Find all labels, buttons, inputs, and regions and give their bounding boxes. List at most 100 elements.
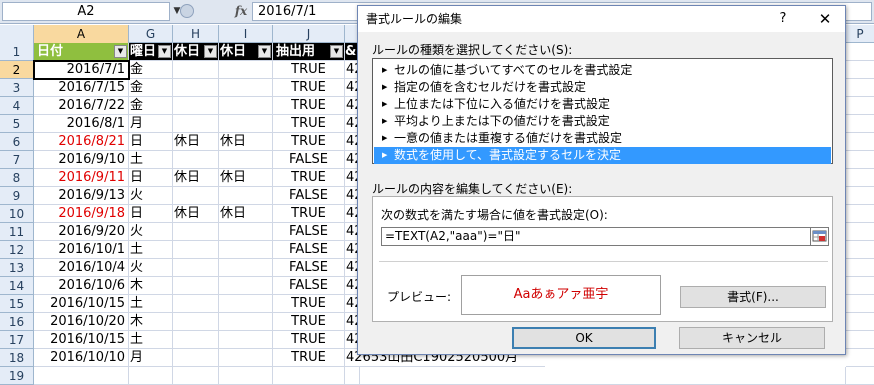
insert-function-icon[interactable]: fx [232,2,250,21]
cell-dow[interactable]: 土 [129,331,173,349]
cell-date[interactable]: 2016/10/1 [34,241,129,259]
cell-extract[interactable]: TRUE [273,61,345,79]
cell-date[interactable]: 2016/8/1 [34,115,129,133]
cell-extract[interactable]: FALSE [273,151,345,169]
cell-date[interactable]: 2016/9/11 [34,169,129,187]
row-header-7[interactable]: 7 [0,151,34,169]
cell-dow[interactable]: 火 [129,259,173,277]
cell-holiday-i[interactable] [219,79,273,97]
column-header-g[interactable]: G [129,25,173,43]
cell-holiday-i[interactable] [219,277,273,295]
cell-holiday-i[interactable] [219,295,273,313]
empty-cell[interactable] [846,295,874,313]
cell-date[interactable]: 2016/9/18 [34,205,129,223]
name-box[interactable]: A2 [2,2,170,21]
row-header-10[interactable]: 10 [0,205,34,223]
row-header-12[interactable]: 12 [0,241,34,259]
cell-extract[interactable]: FALSE [273,187,345,205]
cell-dow[interactable]: 木 [129,313,173,331]
header-cell-dow[interactable]: 曜日 ▼ [129,43,173,61]
cancel-button[interactable]: キャンセル [679,327,825,349]
empty-cell[interactable] [846,367,874,385]
cell-extract[interactable]: TRUE [273,205,345,223]
rule-type-list[interactable]: ▶ セルの値に基づいてすべてのセルを書式設定 ▶ 指定の値を含むセルだけを書式設定 ▶ 上… [372,58,833,164]
cell-extract[interactable]: FALSE [273,223,345,241]
row-header-8[interactable]: 8 [0,169,34,187]
empty-cell[interactable] [846,313,874,331]
rule-type-item[interactable]: ▶ 一意の値または重複する値だけを書式設定 [374,130,831,147]
row-header-2[interactable]: 2 [0,61,34,79]
empty-cell[interactable] [846,187,874,205]
empty-cell[interactable] [273,367,345,385]
cell-holiday-i[interactable]: 休日 [219,133,273,151]
cell-dow[interactable]: 火 [129,187,173,205]
row-header-17[interactable]: 17 [0,331,34,349]
cell-holiday-i[interactable] [219,349,273,367]
cell-dow[interactable]: 木 [129,277,173,295]
row-header-16[interactable]: 16 [0,313,34,331]
column-header-j[interactable]: J [273,25,345,43]
filter-dropdown-icon[interactable]: ▼ [204,45,217,58]
rule-type-item[interactable]: ▶ 平均より上または下の値だけを書式設定 [374,113,831,130]
cell-holiday-i[interactable]: 休日 [219,205,273,223]
cell-dow[interactable]: 土 [129,241,173,259]
cell-dow[interactable]: 金 [129,79,173,97]
cell-dow[interactable]: 日 [129,133,173,151]
row-header-19[interactable]: 19 [0,367,34,385]
cell-date[interactable]: 2016/10/15 [34,331,129,349]
header-cell-extract[interactable]: 抽出用 ▼ [273,43,345,61]
empty-cell[interactable] [846,79,874,97]
cell-holiday-h[interactable] [173,187,219,205]
cell-holiday-i[interactable] [219,151,273,169]
cell-extract[interactable]: TRUE [273,349,345,367]
empty-cell[interactable] [846,61,874,79]
cell-holiday-h[interactable] [173,241,219,259]
cell-holiday-h[interactable] [173,313,219,331]
rule-type-item[interactable]: ▶ 上位または下位に入る値だけを書式設定 [374,96,831,113]
cell-dow[interactable]: 月 [129,115,173,133]
cell-date[interactable]: 2016/9/13 [34,187,129,205]
empty-cell[interactable] [846,97,874,115]
row-header-5[interactable]: 5 [0,115,34,133]
empty-cell[interactable] [846,151,874,169]
cell-extract[interactable]: TRUE [273,331,345,349]
cell-holiday-i[interactable] [219,259,273,277]
cell-dow[interactable]: 金 [129,61,173,79]
cell-holiday-i[interactable]: 休日 [219,169,273,187]
cell-extract[interactable]: FALSE [273,241,345,259]
empty-cell[interactable] [846,169,874,187]
row-header-11[interactable]: 11 [0,223,34,241]
row-header-3[interactable]: 3 [0,79,34,97]
row-header-9[interactable]: 9 [0,187,34,205]
header-cell-date[interactable]: 日付 ▼ [34,43,129,61]
header-cell-holiday-h[interactable]: 休日 ▼ [173,43,219,61]
cell-holiday-i[interactable] [219,187,273,205]
cell-date[interactable]: 2016/10/4 [34,259,129,277]
cell-extract[interactable]: TRUE [273,97,345,115]
range-select-icon[interactable] [810,227,829,246]
cell-extract[interactable]: TRUE [273,313,345,331]
close-icon[interactable]: ✕ [810,6,840,32]
cell-extract[interactable]: TRUE [273,133,345,151]
cell-dow[interactable]: 火 [129,223,173,241]
cell-holiday-h[interactable] [173,97,219,115]
filter-dropdown-icon[interactable]: ▼ [114,45,127,58]
cell-extract[interactable]: FALSE [273,259,345,277]
cell-holiday-h[interactable] [173,259,219,277]
cell-holiday-i[interactable] [219,61,273,79]
empty-cell[interactable] [846,205,874,223]
column-header-a[interactable]: A [34,25,129,43]
rule-type-item[interactable]: ▶ 数式を使用して、書式設定するセルを決定 [374,147,831,164]
cell-holiday-i[interactable] [219,331,273,349]
rule-type-item[interactable]: ▶ セルの値に基づいてすべてのセルを書式設定 [374,62,831,79]
filter-dropdown-icon[interactable]: ▼ [158,45,171,58]
cell-date[interactable]: 2016/7/22 [34,97,129,115]
formula-bar-resize-handle[interactable] [180,4,194,18]
cell-extract[interactable]: TRUE [273,79,345,97]
empty-cell[interactable] [846,241,874,259]
empty-cell[interactable] [846,259,874,277]
format-button[interactable]: 書式(F)... [680,286,826,308]
filter-dropdown-icon[interactable]: ▼ [330,45,343,58]
row-header-15[interactable]: 15 [0,295,34,313]
row-header-1[interactable]: 1 [0,43,34,61]
